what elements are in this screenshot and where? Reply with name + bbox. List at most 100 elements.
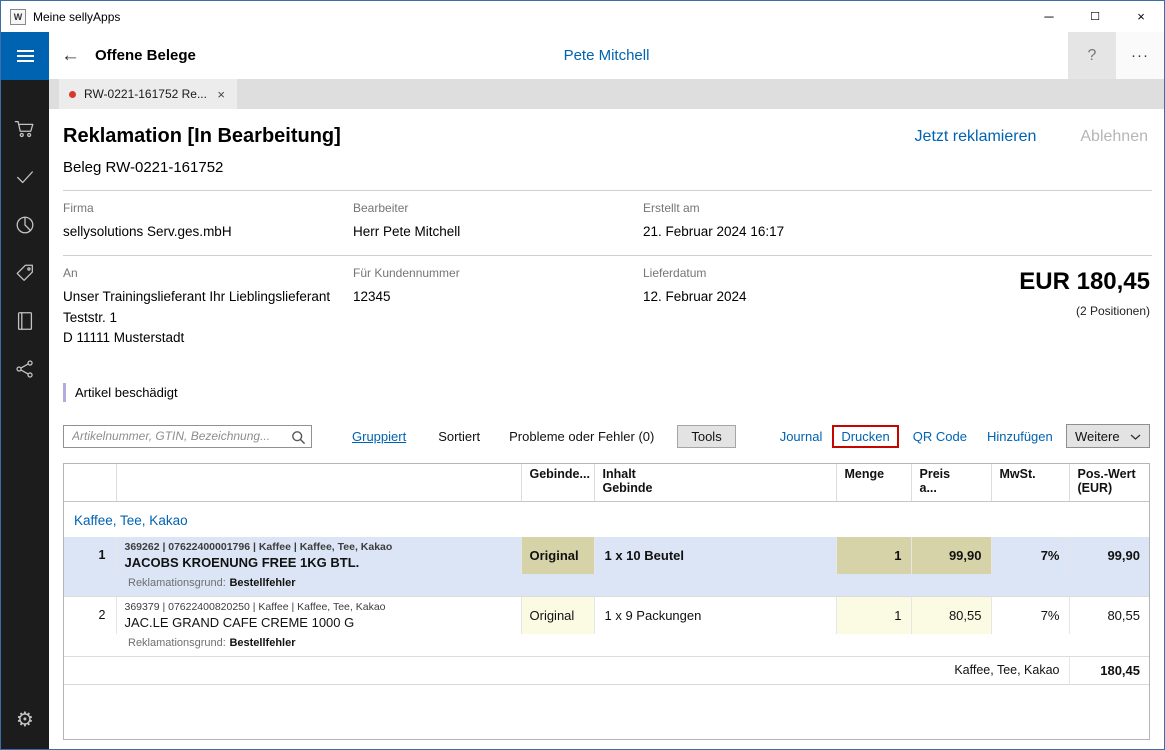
share-icon — [14, 358, 36, 383]
reason-value: Bestellfehler — [229, 577, 295, 589]
col-header-menge: Menge — [836, 464, 911, 501]
items-table-frame: Gebinde... Inhalt Gebinde Menge Preis a.… — [63, 463, 1150, 740]
qr-code-button[interactable]: QR Code — [913, 429, 967, 444]
menge-cell[interactable]: 1 — [836, 537, 911, 574]
more-actions-label: Weitere — [1075, 429, 1120, 444]
page-title: Offene Belege — [95, 47, 196, 64]
document-info: Firma sellysolutions Serv.ges.mbH Bearbe… — [63, 191, 1152, 361]
back-button[interactable]: ← — [61, 45, 95, 67]
table-row[interactable]: 2 369379 | 07622400820250 | Kaffee | Kaf… — [64, 596, 1149, 634]
preis-cell[interactable]: 99,90 — [911, 537, 991, 574]
journal-button[interactable]: Journal — [780, 429, 823, 444]
col-header-preis: Preis a... — [911, 464, 991, 501]
document-title: Reklamation [In Bearbeitung] — [63, 125, 341, 148]
lieferdatum-label: Lieferdatum — [643, 266, 903, 280]
print-button[interactable]: Drucken — [841, 429, 889, 444]
search-input[interactable] — [63, 425, 312, 448]
sidebar-item-journal[interactable] — [1, 298, 49, 346]
minimize-button[interactable]: ─ — [1026, 1, 1072, 32]
tools-button[interactable]: Tools — [677, 425, 735, 448]
an-label: An — [63, 266, 353, 280]
sidebar-item-pricing[interactable] — [1, 250, 49, 298]
sidebar-item-tasks[interactable] — [1, 154, 49, 202]
help-icon: ? — [1088, 47, 1097, 65]
help-button[interactable]: ? — [1068, 32, 1116, 79]
col-header-mwst: MwSt. — [991, 464, 1069, 501]
position-count: (2 Positionen) — [903, 304, 1150, 318]
sidebar: ⚙ — [1, 32, 49, 749]
window-title: Meine sellyApps — [33, 10, 120, 24]
app-icon: W — [10, 9, 26, 25]
chevron-down-icon — [1130, 429, 1141, 444]
tab-document[interactable]: RW-0221-161752 Re... × — [59, 79, 237, 109]
items-table: Gebinde... Inhalt Gebinde Menge Preis a.… — [64, 464, 1149, 685]
close-icon: × — [1137, 9, 1145, 24]
tag-icon — [14, 262, 36, 287]
group-footer-row: Kaffee, Tee, Kakao 180,45 — [64, 656, 1149, 684]
ellipsis-icon: ··· — [1131, 47, 1149, 64]
kundennummer-label: Für Kundennummer — [353, 266, 643, 280]
reason-row: Reklamationsgrund: Bestellfehler — [64, 574, 1149, 597]
sidebar-item-share[interactable] — [1, 346, 49, 394]
tab-close-icon[interactable]: × — [215, 87, 227, 102]
print-highlight-box: Drucken — [832, 425, 898, 448]
article-search — [63, 425, 312, 448]
kundennummer-value: 12345 — [353, 287, 643, 307]
window-controls: ─ ☐ × — [1026, 1, 1164, 32]
reclaim-now-button[interactable]: Jetzt reklamieren — [915, 128, 1037, 146]
an-value: Unser Trainingslieferant Ihr Lieblingsli… — [63, 287, 353, 348]
mwst-cell: 7% — [991, 596, 1069, 634]
close-button[interactable]: × — [1118, 1, 1164, 32]
group-name: Kaffee, Tee, Kakao — [64, 501, 1149, 537]
maximize-button[interactable]: ☐ — [1072, 1, 1118, 32]
sorted-toggle[interactable]: Sortiert — [438, 429, 480, 444]
preis-cell[interactable]: 80,55 — [911, 596, 991, 634]
hamburger-icon — [17, 47, 34, 65]
complaint-reason-note: Artikel beschädigt — [63, 383, 1152, 402]
current-user[interactable]: Pete Mitchell — [564, 47, 650, 64]
titlebar: W Meine sellyApps ─ ☐ × — [1, 1, 1164, 32]
table-row[interactable]: 1 369262 | 07622400001796 | Kaffee | Kaf… — [64, 537, 1149, 574]
col-header-inhalt: Inhalt Gebinde — [594, 464, 836, 501]
sidebar-item-settings[interactable]: ⚙ — [1, 695, 49, 743]
unsaved-dot-icon — [69, 91, 76, 98]
sidebar-item-cart[interactable] — [1, 106, 49, 154]
sidebar-item-statistics[interactable] — [1, 202, 49, 250]
check-icon — [14, 166, 36, 191]
document-view: Reklamation [In Bearbeitung] Jetzt rekla… — [49, 109, 1164, 749]
pie-chart-icon — [14, 214, 36, 239]
app-window: W Meine sellyApps ─ ☐ × — [0, 0, 1165, 750]
reject-button[interactable]: Ablehnen — [1080, 128, 1148, 146]
menge-cell[interactable]: 1 — [836, 596, 911, 634]
cart-icon — [14, 118, 36, 143]
footer-group-name: Kaffee, Tee, Kakao — [64, 656, 1069, 684]
maximize-icon: ☐ — [1090, 10, 1100, 23]
group-header-row: Kaffee, Tee, Kakao — [64, 501, 1149, 537]
search-icon — [291, 430, 306, 448]
item-toolbar: Gruppiert Sortiert Probleme oder Fehler … — [63, 424, 1152, 448]
grouped-toggle[interactable]: Gruppiert — [352, 429, 406, 444]
menu-button[interactable] — [1, 32, 49, 80]
row-number: 1 — [64, 537, 116, 574]
gebinde-cell[interactable]: Original — [521, 596, 594, 634]
article-meta: 369379 | 07622400820250 | Kaffee | Kaffe… — [125, 601, 513, 613]
tab-label: RW-0221-161752 Re... — [84, 87, 207, 101]
firma-value: sellysolutions Serv.ges.mbH — [63, 222, 353, 242]
inhalt-cell: 1 x 9 Packungen — [594, 596, 836, 634]
col-header-gebinde: Gebinde... — [521, 464, 594, 501]
problems-toggle[interactable]: Probleme oder Fehler (0) — [509, 429, 654, 444]
col-header-poswert: Pos.-Wert (EUR) — [1069, 464, 1149, 501]
firma-label: Firma — [63, 201, 353, 215]
col-header-article — [116, 464, 521, 501]
footer-group-total: 180,45 — [1069, 656, 1149, 684]
poswert-cell: 80,55 — [1069, 596, 1149, 634]
add-item-button[interactable]: Hinzufügen — [987, 429, 1053, 444]
inhalt-cell: 1 x 10 Beutel — [594, 537, 836, 574]
more-actions-dropdown[interactable]: Weitere — [1066, 424, 1150, 448]
more-options-button[interactable]: ··· — [1116, 32, 1164, 79]
row-number: 2 — [64, 596, 116, 634]
article-name: JACOBS KROENUNG FREE 1KG BTL. — [125, 555, 513, 570]
article-meta: 369262 | 07622400001796 | Kaffee | Kaffe… — [125, 541, 513, 553]
gebinde-cell[interactable]: Original — [521, 537, 594, 574]
reason-value: Bestellfehler — [229, 637, 295, 649]
